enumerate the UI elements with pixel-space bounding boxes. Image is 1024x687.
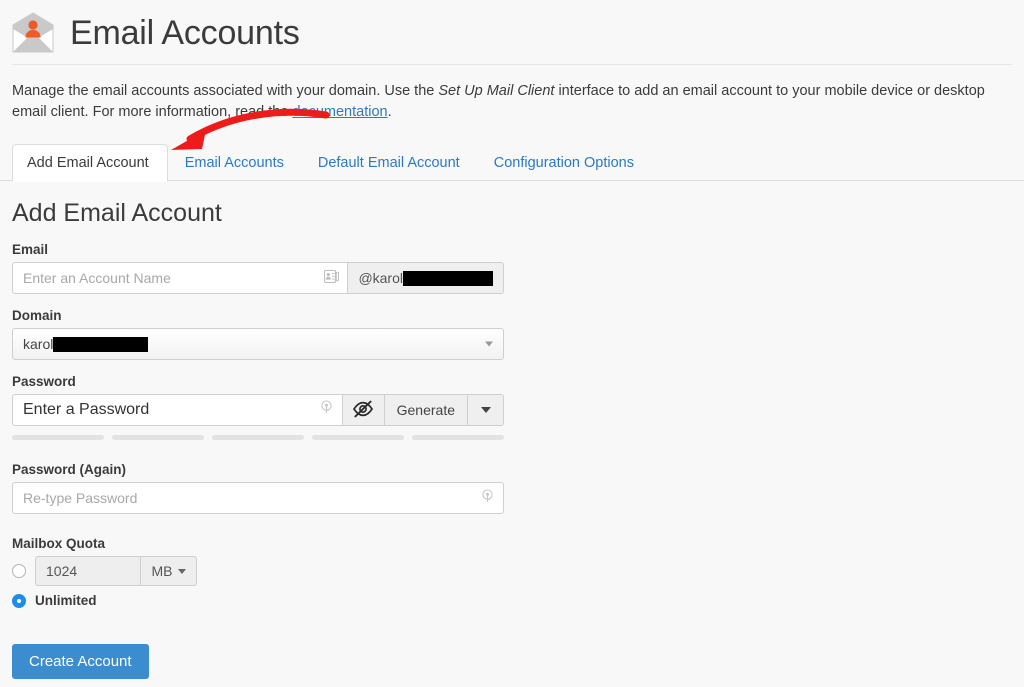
address-book-icon[interactable] [324,270,340,286]
domain-label: Domain [12,308,62,324]
toggle-password-visibility-button[interactable] [342,394,385,427]
generate-password-options-button[interactable] [468,394,504,427]
quota-unlimited-label: Unlimited [35,593,97,609]
strength-segment [312,435,404,441]
domain-select[interactable]: karol [12,328,504,361]
page-header: Email Accounts [0,0,1024,58]
key-icon [319,400,334,420]
chevron-down-icon [485,341,493,347]
password-again-input-group: Re-type Password [12,482,504,515]
strength-segment [12,435,104,441]
generate-password-button[interactable]: Generate [384,394,468,427]
description-text-1: Manage the email accounts associated wit… [12,83,439,99]
password-again-label: Password (Again) [12,462,127,478]
domain-select-redaction [53,336,149,352]
domain-select-value: karol [23,336,54,353]
quota-value-input[interactable]: 1024 [35,556,141,587]
quota-unlimited-row: Unlimited [12,593,1012,608]
password-again-placeholder: Re-type Password [23,490,138,507]
quota-unit-select[interactable]: MB [141,556,197,587]
password-strength-meter [12,435,504,441]
password-input[interactable]: Enter a Password [12,394,343,427]
caret-down-icon [177,568,186,574]
tab-configuration-options[interactable]: Configuration Options [477,144,651,181]
page-description: Manage the email accounts associated wit… [0,65,1012,123]
password-again-field-block: Password (Again) Re-type Password [12,462,1012,515]
quota-limited-radio[interactable] [12,564,26,579]
add-email-account-form: Add Email Account Email Enter an Account… [0,199,1024,687]
strength-segment [112,435,204,441]
tab-email-accounts[interactable]: Email Accounts [168,144,301,181]
password-input-group: Enter a Password Generate [12,394,504,427]
domain-field-block: Domain karol [12,308,1012,361]
mailbox-quota-label: Mailbox Quota [12,536,106,552]
email-input-group: Enter an Account Name @karol [12,262,504,295]
quota-unit-label: MB [151,563,173,580]
quota-unlimited-radio[interactable] [12,593,26,608]
email-field-block: Email Enter an Account Name @karol [12,242,1012,295]
create-account-button[interactable]: Create Account [12,644,149,680]
strength-segment [412,435,504,441]
password-field-block: Password Enter a Password Generate [12,374,1012,441]
quota-limited-row: 1024 MB [12,556,1012,587]
eye-slash-icon [352,400,374,421]
tab-bar: Add Email Account Email Accounts Default… [0,144,1024,183]
email-input[interactable]: Enter an Account Name [12,262,349,295]
password-input-placeholder: Enter a Password [23,401,150,419]
email-label: Email [12,242,49,258]
password-again-input[interactable]: Re-type Password [12,482,504,515]
strength-segment [212,435,304,441]
page-title: Email Accounts [70,14,300,52]
documentation-link[interactable]: documentation [292,104,387,120]
mailbox-quota-field-block: Mailbox Quota 1024 MB Unlimited [12,536,1012,608]
email-domain-suffix-text: @karol [358,270,403,287]
section-title: Add Email Account [12,199,222,228]
email-account-icon [10,11,56,55]
description-text-3: . [387,104,392,121]
tab-add-email-account[interactable]: Add Email Account [12,144,168,183]
email-input-placeholder: Enter an Account Name [23,270,171,287]
key-icon [480,489,495,507]
password-label: Password [12,374,76,390]
page-root: Email Accounts Manage the email accounts… [0,0,1024,687]
tab-default-email-account[interactable]: Default Email Account [301,144,477,181]
caret-down-icon [480,407,491,414]
description-emphasis: Set Up Mail Client [438,83,555,99]
email-domain-redaction [403,270,493,286]
email-domain-suffix: @karol [348,262,504,295]
